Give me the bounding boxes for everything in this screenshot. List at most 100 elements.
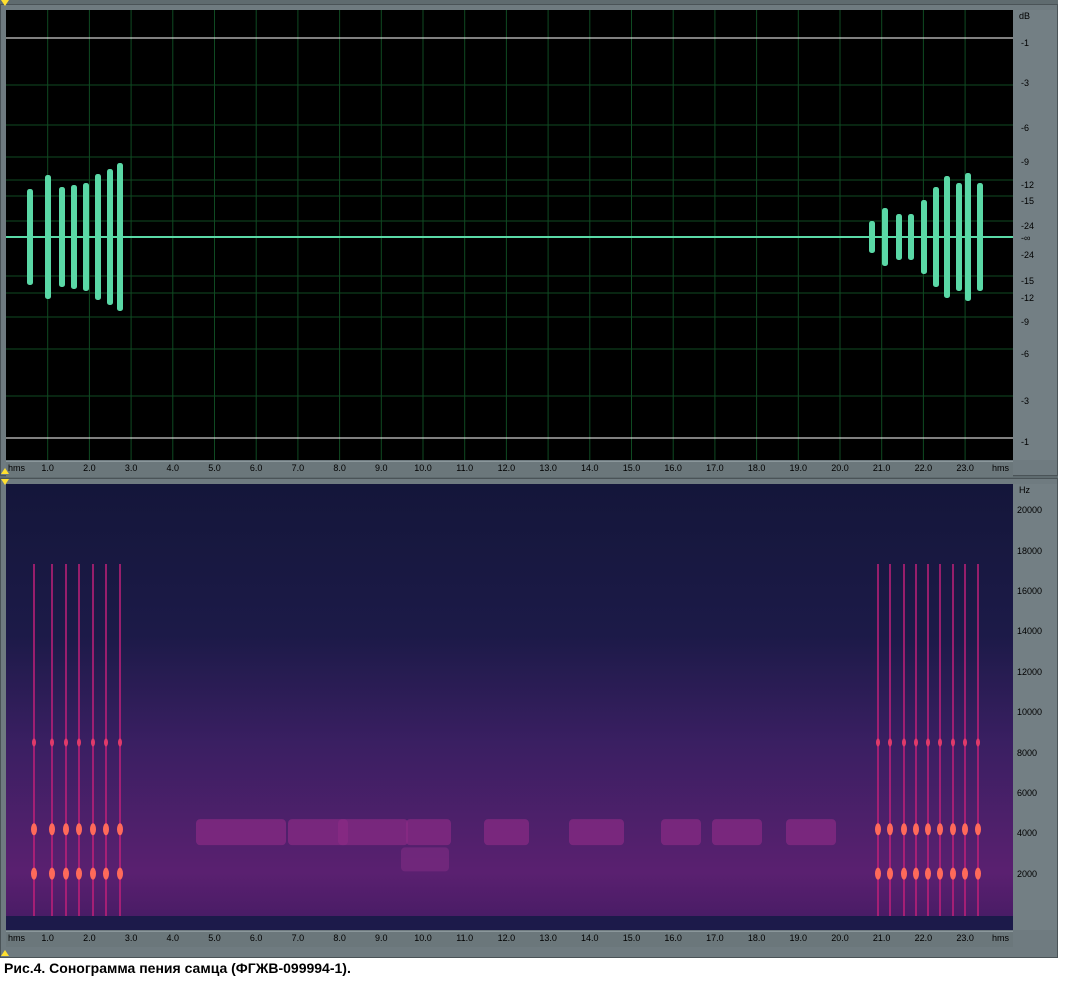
call-hotspot <box>937 867 943 880</box>
call-hotspot <box>937 823 943 836</box>
call-hotspot <box>875 823 881 836</box>
noise-cluster <box>338 819 408 846</box>
frequency-scale: Hz 20000 18000 16000 14000 12000 10000 8000 600… <box>1013 484 1057 930</box>
db-tick-label: -3 <box>1021 396 1030 406</box>
spectrogram-time-label: 7.0 <box>291 933 305 943</box>
waveform-time-ruler[interactable]: hms 1.0 2.0 3.0 4.0 5.0 6.0 7.0 8.0 9.0 10.0 11.0 1… <box>6 461 1013 477</box>
noise-cluster <box>661 819 701 846</box>
waveform-time-label: 8.0 <box>333 463 346 473</box>
spectrogram-time-label: 15.0 <box>622 933 641 943</box>
db-scale: dB -1 -3 -6 -9 -12 -15 -24 -∞ -24 -15 -12 -9 -6 -3 -1 <box>1013 10 1057 460</box>
waveform-time-label: 19.0 <box>789 463 808 473</box>
db-tick-label: -12 <box>1021 293 1035 303</box>
waveform-burst <box>45 175 51 299</box>
noise-cluster <box>786 819 836 846</box>
spectrogram-display[interactable] <box>6 484 1013 930</box>
call-hotspot <box>103 823 109 836</box>
call-hotspot <box>914 738 918 747</box>
call-hotspot <box>64 738 68 747</box>
waveform-time-label: 9.0 <box>375 463 388 473</box>
time-unit-left: hms <box>8 933 26 943</box>
waveform-canvas <box>6 10 1013 460</box>
waveform-burst <box>908 214 914 260</box>
spectrogram-time-label: 14.0 <box>581 933 599 943</box>
waveform-time-label: 17.0 <box>706 463 724 473</box>
spectrogram-time-label: 10.0 <box>414 933 432 943</box>
call-hotspot <box>901 823 907 836</box>
spectrogram-time-label: 11.0 <box>456 933 474 943</box>
call-hotspot <box>63 823 69 836</box>
spectrogram-time-label: 23.0 <box>956 933 974 943</box>
spectrogram-time-label: 4.0 <box>166 933 180 943</box>
call-hotspot <box>50 738 54 747</box>
time-unit-right: hms <box>992 933 1010 943</box>
noise-cluster <box>196 819 286 846</box>
db-tick-label: -6 <box>1021 349 1030 359</box>
call-hotspot <box>117 867 123 880</box>
call-hotspot <box>887 867 893 880</box>
freq-tick-label: 4000 <box>1017 828 1038 839</box>
playhead-marker-top[interactable] <box>1 0 9 6</box>
db-tick-label: -1 <box>1021 38 1030 48</box>
spectrogram-time-label: 20.0 <box>831 933 849 943</box>
waveform-time-label: 6.0 <box>249 463 263 473</box>
call-hotspot <box>975 867 981 880</box>
freq-unit-label: Hz <box>1019 485 1030 495</box>
freq-tick-label: 6000 <box>1017 787 1038 798</box>
waveform-burst <box>896 214 902 260</box>
freq-tick-label: 20000 <box>1017 505 1043 516</box>
freq-tick-label: 16000 <box>1017 586 1043 597</box>
spectrogram-marker-bottom[interactable] <box>1 950 9 956</box>
db-tick-label: -15 <box>1021 196 1035 206</box>
db-tick-label: -∞ <box>1021 233 1031 243</box>
waveform-time-label: 4.0 <box>166 463 180 473</box>
freq-tick-label: 12000 <box>1017 666 1043 677</box>
spectrogram-time-label: 5.0 <box>208 933 221 943</box>
waveform-burst <box>83 183 89 291</box>
waveform-time-label: 12.0 <box>497 463 516 473</box>
db-tick-label: -9 <box>1021 157 1030 167</box>
spectrogram-noise <box>6 484 1013 916</box>
waveform-burst <box>107 169 113 305</box>
call-hotspot <box>950 823 956 836</box>
waveform-time-label: 20.0 <box>831 463 849 473</box>
call-hotspot <box>901 867 907 880</box>
call-hotspot <box>938 738 942 747</box>
call-hotspot <box>913 823 919 836</box>
spectrogram-time-label: 19.0 <box>789 933 808 943</box>
spectrogram-panel: Hz 20000 18000 16000 14000 12000 10000 8000 600… <box>0 478 1058 958</box>
spectrogram-time-ruler[interactable]: hms 1.0 2.0 3.0 4.0 5.0 6.0 7.0 8.0 9.0 10.0 11.0 1… <box>6 931 1013 947</box>
spectrogram-time-label: 3.0 <box>124 933 138 943</box>
spectrogram-time-label: 8.0 <box>333 933 346 943</box>
waveform-burst <box>965 173 971 301</box>
call-hotspot <box>925 823 931 836</box>
waveform-burst <box>956 183 962 291</box>
call-hotspot <box>875 867 881 880</box>
waveform-burst <box>933 187 939 287</box>
call-hotspot <box>49 867 55 880</box>
spectrogram-time-label: 18.0 <box>747 933 766 943</box>
call-hotspot <box>902 738 906 747</box>
spectrogram-marker-top[interactable] <box>1 479 9 485</box>
freq-tick-label: 10000 <box>1017 707 1043 718</box>
waveform-burst <box>944 176 950 298</box>
db-tick-label: -3 <box>1021 78 1030 88</box>
db-tick-label: -15 <box>1021 276 1035 286</box>
spectrogram-time-label: 17.0 <box>706 933 724 943</box>
audio-editor-window: dB -1 -3 -6 -9 -12 -15 -24 -∞ -24 -15 -12 -9 -6 -3 -1 … <box>0 0 1058 958</box>
waveform-burst <box>869 221 875 253</box>
call-hotspot <box>876 738 880 747</box>
playhead-marker-bottom[interactable] <box>1 468 9 474</box>
call-hotspot <box>31 823 37 836</box>
waveform-display[interactable] <box>6 10 1013 460</box>
waveform-panel: dB -1 -3 -6 -9 -12 -15 -24 -∞ -24 -15 -12 -9 -6 -3 -1 … <box>0 4 1058 477</box>
waveform-time-label: 10.0 <box>414 463 432 473</box>
spectrogram-time-label: 6.0 <box>249 933 263 943</box>
waveform-burst <box>882 208 888 266</box>
noise-cluster <box>484 819 529 846</box>
spectrogram-time-label: 13.0 <box>539 933 557 943</box>
waveform-burst <box>27 189 33 285</box>
db-unit-label: dB <box>1019 11 1031 21</box>
spectrogram-canvas <box>6 484 1013 930</box>
call-hotspot <box>49 823 55 836</box>
